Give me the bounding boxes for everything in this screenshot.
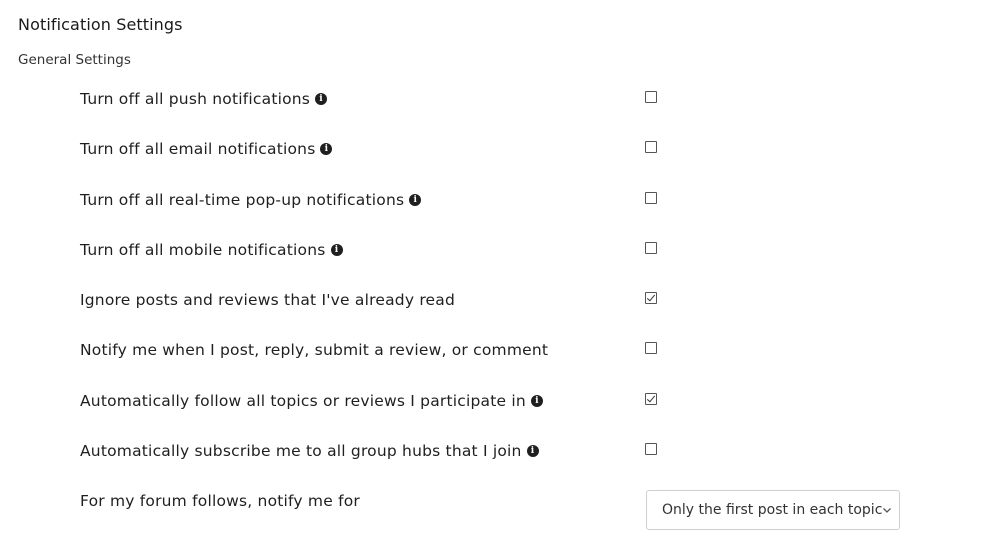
auto-follow-checkbox[interactable] bbox=[645, 392, 657, 405]
info-icon[interactable]: i bbox=[330, 243, 343, 256]
ignore-read-checkbox[interactable] bbox=[645, 292, 657, 305]
forum-follows-select[interactable]: Only the first post in each topic bbox=[646, 490, 900, 530]
section-title: General Settings bbox=[18, 52, 131, 68]
setting-row-notify-self: Notify me when I post, reply, submit a r… bbox=[0, 326, 999, 376]
setting-label: Automatically subscribe me to all group … bbox=[80, 442, 522, 461]
page-title: Notification Settings bbox=[18, 15, 183, 34]
notify-self-checkbox[interactable] bbox=[645, 342, 657, 355]
chevron-down-icon bbox=[883, 508, 891, 513]
setting-label: Ignore posts and reviews that I've alrea… bbox=[80, 291, 456, 310]
setting-label: Turn off all mobile notifications bbox=[80, 240, 326, 259]
setting-row-auto-subscribe: Automatically subscribe me to all group … bbox=[0, 427, 999, 477]
info-icon[interactable]: i bbox=[526, 445, 539, 458]
info-icon[interactable]: i bbox=[315, 93, 328, 105]
settings-list: Turn off all push notifications i Turn o… bbox=[0, 75, 999, 528]
setting-label: Turn off all email notifications bbox=[80, 140, 316, 159]
info-icon[interactable]: i bbox=[530, 394, 543, 407]
setting-row-mobile: Turn off all mobile notifications i bbox=[0, 226, 999, 276]
setting-label: Notify me when I post, reply, submit a r… bbox=[80, 341, 549, 360]
push-notifications-checkbox[interactable] bbox=[645, 91, 657, 103]
mobile-notifications-checkbox[interactable] bbox=[645, 241, 657, 254]
setting-row-push: Turn off all push notifications i bbox=[0, 75, 999, 125]
auto-subscribe-checkbox[interactable] bbox=[645, 443, 657, 456]
setting-label: Turn off all push notifications bbox=[80, 90, 311, 108]
setting-row-ignore-read: Ignore posts and reviews that I've alrea… bbox=[0, 276, 999, 326]
forum-follows-label: For my forum follows, notify me for bbox=[80, 492, 360, 511]
popup-notifications-checkbox[interactable] bbox=[645, 191, 657, 204]
setting-row-popup: Turn off all real-time pop-up notificati… bbox=[0, 176, 999, 226]
forum-follows-selected-value: Only the first post in each topic bbox=[662, 502, 883, 518]
info-icon[interactable]: i bbox=[409, 193, 422, 206]
setting-row-auto-follow: Automatically follow all topics or revie… bbox=[0, 377, 999, 427]
email-notifications-checkbox[interactable] bbox=[645, 141, 657, 154]
setting-row-email: Turn off all email notifications i bbox=[0, 125, 999, 175]
info-icon[interactable]: i bbox=[320, 143, 333, 156]
setting-label: Turn off all real-time pop-up notificati… bbox=[80, 190, 405, 209]
setting-label: Automatically follow all topics or revie… bbox=[80, 391, 526, 410]
